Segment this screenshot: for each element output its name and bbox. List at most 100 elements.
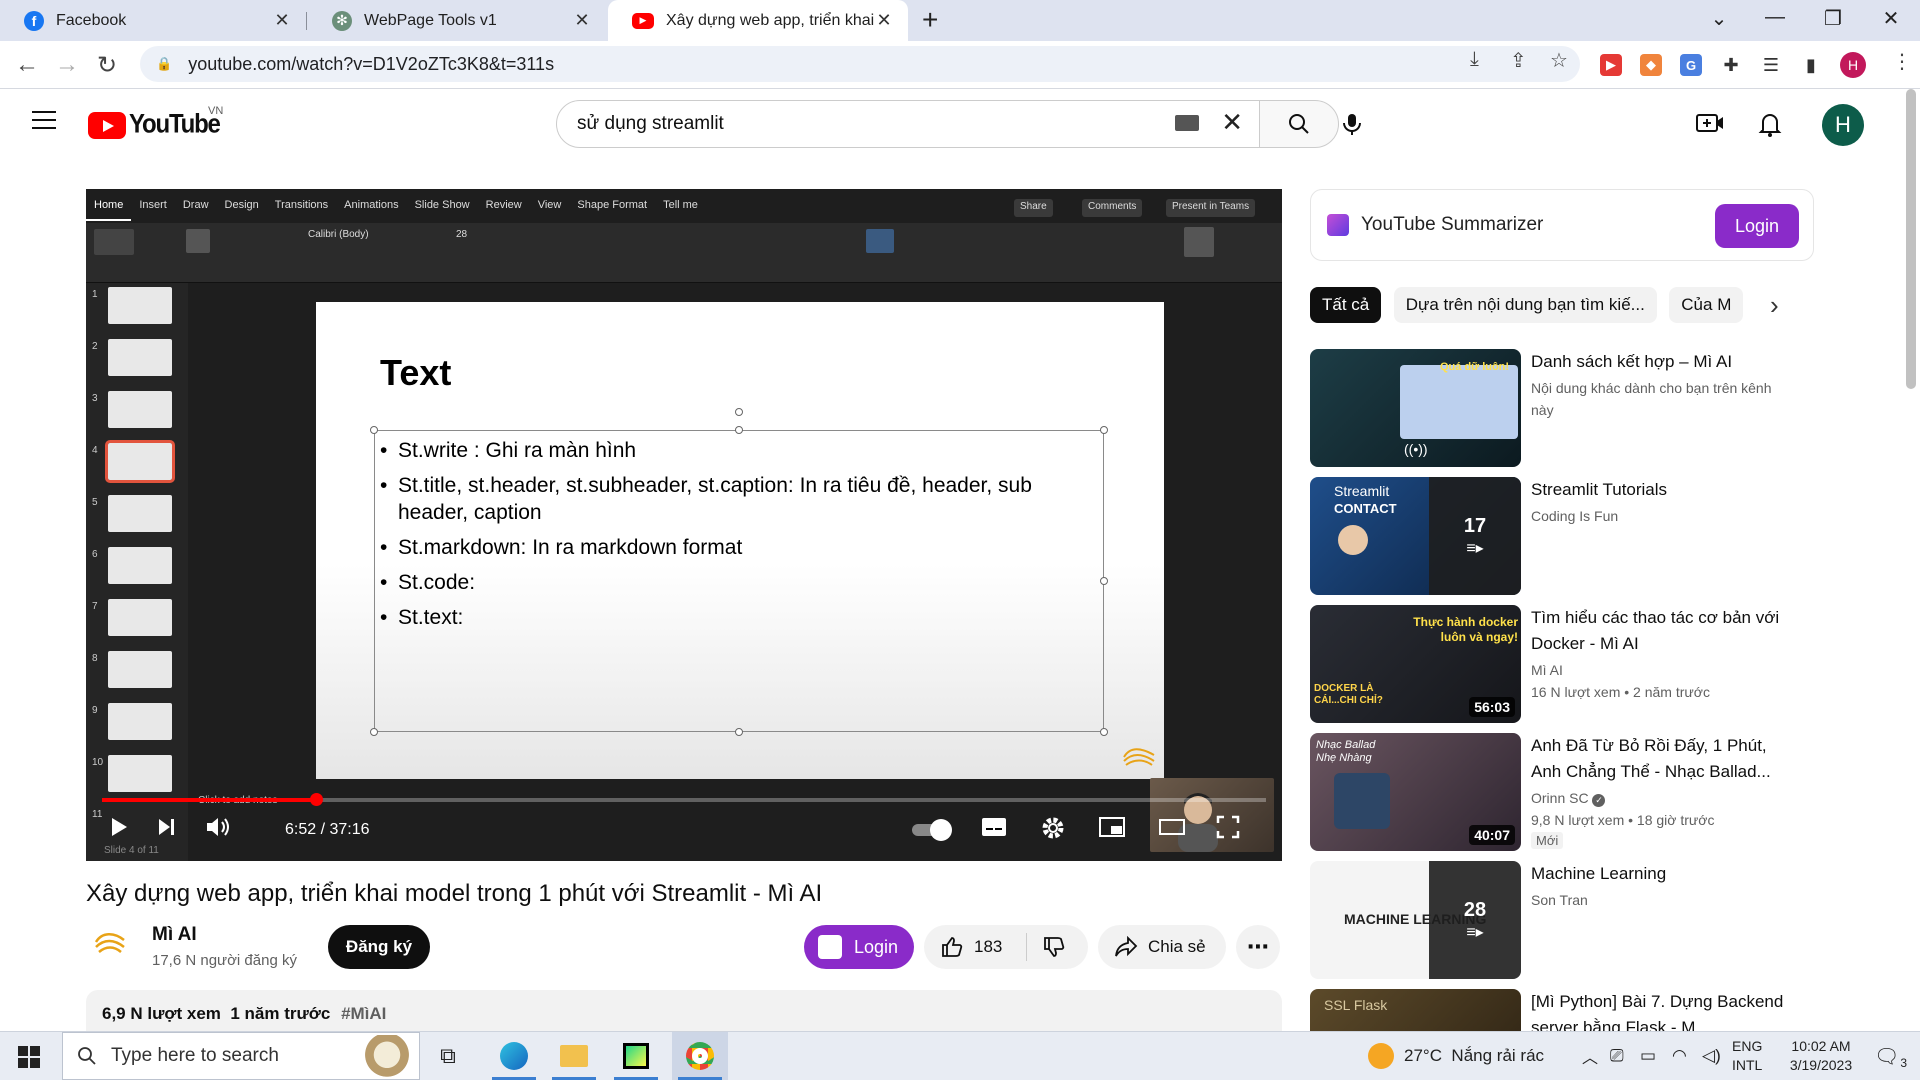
- restore-icon[interactable]: ❐: [1818, 6, 1848, 31]
- lang-primary: ENG: [1732, 1038, 1763, 1054]
- input-language[interactable]: ENG INTL: [1732, 1032, 1762, 1080]
- wifi-icon[interactable]: ◠: [1672, 1032, 1687, 1080]
- related-video[interactable]: Nhạc Ballad Nhẹ Nhàng 40:07 Anh Đã Từ Bỏ…: [1310, 733, 1810, 851]
- battery-icon[interactable]: ▭: [1640, 1032, 1656, 1080]
- tab-facebook[interactable]: f Facebook ✕: [0, 0, 306, 41]
- account-avatar[interactable]: H: [1822, 104, 1864, 146]
- metamask-icon[interactable]: ◆: [1640, 54, 1662, 76]
- new-tab-icon[interactable]: +: [922, 4, 938, 36]
- menu-dots-icon[interactable]: ⋮: [1892, 49, 1912, 74]
- like-button[interactable]: 183: [924, 935, 1002, 959]
- menu-icon[interactable]: [32, 111, 56, 135]
- edge-icon[interactable]: [486, 1032, 542, 1080]
- resize-handle: [735, 728, 743, 736]
- search-button[interactable]: [1259, 100, 1339, 148]
- close-window-icon[interactable]: ✕: [1876, 6, 1906, 31]
- hashtag[interactable]: #MìAI: [341, 1004, 386, 1023]
- video-thumbnail[interactable]: Quá dữ luôn! ((•)): [1310, 349, 1521, 467]
- volume-icon[interactable]: [204, 815, 232, 839]
- logo-text: YouTube: [129, 109, 221, 140]
- close-icon[interactable]: ✕: [572, 10, 592, 31]
- tab-youtube-active[interactable]: ▶ Xây dựng web app, triển khai mô ✕: [608, 0, 908, 41]
- meet-now-icon[interactable]: ⎚: [1610, 1032, 1624, 1080]
- chip-from-channel[interactable]: Của M: [1669, 287, 1744, 323]
- channel-avatar[interactable]: [86, 920, 134, 968]
- page-scrollbar[interactable]: [1906, 89, 1916, 389]
- taskbar-search-input[interactable]: Type here to search: [62, 1032, 420, 1080]
- profile-avatar[interactable]: H: [1840, 52, 1866, 78]
- miniplayer-icon[interactable]: [1098, 815, 1126, 839]
- forward-icon[interactable]: →: [52, 51, 82, 79]
- more-actions-button[interactable]: ⋯: [1236, 925, 1280, 969]
- address-bar[interactable]: 🔒 youtube.com/watch?v=D1V2oZTc3K8&t=311s: [140, 46, 1580, 82]
- related-video[interactable]: Thực hành docker luôn và ngay! DOCKER LÀ…: [1310, 605, 1810, 723]
- weather-widget[interactable]: 27°C Nắng rải rác: [1368, 1032, 1544, 1080]
- chip-all[interactable]: Tất cả: [1310, 287, 1382, 323]
- notifications-bell-icon[interactable]: [1758, 111, 1782, 137]
- youtube-logo[interactable]: YouTube VN: [88, 105, 223, 140]
- chevron-right-icon[interactable]: ›: [1770, 290, 1779, 321]
- video-thumbnail[interactable]: SSL Flask: [1310, 989, 1521, 1031]
- related-playlist[interactable]: MACHINE LEARNING 28 ≡▸ Machine Learning S…: [1310, 861, 1810, 979]
- close-icon[interactable]: ✕: [874, 10, 894, 31]
- minimize-icon[interactable]: —: [1760, 6, 1790, 29]
- close-icon[interactable]: ✕: [272, 10, 292, 31]
- install-icon[interactable]: ⤓: [1470, 48, 1479, 71]
- create-video-icon[interactable]: [1696, 111, 1724, 135]
- playlist-thumbnail[interactable]: Streamlit CONTACT 17 ≡▸: [1310, 477, 1521, 595]
- lock-icon[interactable]: 🔒: [156, 56, 172, 72]
- tray-chevron-icon[interactable]: ︿: [1582, 1032, 1598, 1080]
- video-progress-bar[interactable]: [102, 793, 1266, 806]
- video-thumbnail[interactable]: Nhạc Ballad Nhẹ Nhàng 40:07: [1310, 733, 1521, 851]
- task-view-icon[interactable]: ⧉: [420, 1032, 476, 1080]
- clock[interactable]: 10:02 AM 3/19/2023: [1780, 1032, 1862, 1080]
- dislike-button[interactable]: [1042, 935, 1066, 964]
- related-video[interactable]: SSL Flask [Mì Python] Bài 7. Dựng Backen…: [1310, 989, 1810, 1031]
- related-video[interactable]: Quá dữ luôn! ((•)) Danh sách kết hợp – M…: [1310, 349, 1810, 467]
- settings-gear-icon[interactable]: [1040, 815, 1066, 841]
- slide-thumb: [108, 391, 172, 428]
- fullscreen-icon[interactable]: [1216, 815, 1240, 839]
- theater-mode-icon[interactable]: [1158, 815, 1186, 839]
- summarizer-login-button[interactable]: Login: [804, 925, 914, 969]
- summarizer-panel-login-button[interactable]: Login: [1715, 204, 1799, 248]
- keyboard-icon[interactable]: [1175, 115, 1199, 131]
- chip-based-on-search[interactable]: Dựa trên nội dung bạn tìm kiế...: [1393, 287, 1657, 323]
- media-queue-icon[interactable]: ☰: [1760, 54, 1782, 76]
- clear-search-icon[interactable]: ✕: [1221, 107, 1243, 138]
- channel-name[interactable]: Mì AI: [152, 924, 197, 946]
- like-count: 183: [974, 937, 1003, 956]
- playlist-thumbnail[interactable]: MACHINE LEARNING 28 ≡▸: [1310, 861, 1521, 979]
- windows-start-icon[interactable]: [18, 1046, 40, 1068]
- video-player[interactable]: Home Insert Draw Design Transitions Anim…: [86, 189, 1282, 861]
- next-video-icon[interactable]: [154, 815, 178, 839]
- video-title: Xây dựng web app, triển khai model trong…: [86, 880, 823, 907]
- extensions-icon[interactable]: ✚: [1720, 54, 1742, 76]
- file-explorer-icon[interactable]: [546, 1032, 602, 1080]
- related-playlist[interactable]: Streamlit CONTACT 17 ≡▸ Streamlit Tutoria…: [1310, 477, 1810, 595]
- youtube-header: YouTube VN sử dụng streamlit ✕ H: [0, 89, 1920, 159]
- play-icon[interactable]: [106, 815, 130, 839]
- tab-webpage-tools[interactable]: ✻ WebPage Tools v1 ✕: [308, 0, 606, 41]
- translate-icon[interactable]: G: [1680, 54, 1702, 76]
- voice-search-button[interactable]: [1328, 100, 1376, 148]
- sidepanel-icon[interactable]: ▮: [1800, 54, 1822, 76]
- tab-search-icon[interactable]: ⌄: [1704, 6, 1734, 31]
- share-button[interactable]: Chia sẻ: [1098, 925, 1226, 969]
- search-input[interactable]: sử dụng streamlit ✕: [556, 100, 1260, 148]
- related-stats: 9,8 N lượt xem • 18 giờ trước: [1531, 812, 1715, 828]
- subscribe-button[interactable]: Đăng ký: [328, 925, 430, 969]
- notification-center[interactable]: 🗨 3: [1874, 1032, 1907, 1080]
- back-icon[interactable]: ←: [12, 51, 42, 79]
- description-box[interactable]: 6,9 N lượt xem 1 năm trước #MìAI: [86, 990, 1282, 1034]
- autoplay-toggle[interactable]: [912, 819, 952, 841]
- reload-icon[interactable]: ↻: [92, 51, 122, 80]
- video-thumbnail[interactable]: Thực hành docker luôn và ngay! DOCKER LÀ…: [1310, 605, 1521, 723]
- bookmark-star-icon[interactable]: ☆: [1550, 48, 1568, 73]
- subtitles-icon[interactable]: [980, 815, 1008, 839]
- youtube-extension-icon[interactable]: ▶: [1600, 54, 1622, 76]
- volume-icon[interactable]: ◁): [1702, 1032, 1721, 1080]
- chrome-icon[interactable]: [672, 1032, 728, 1080]
- pycharm-icon[interactable]: [608, 1032, 664, 1080]
- share-icon[interactable]: ⇪: [1510, 48, 1527, 73]
